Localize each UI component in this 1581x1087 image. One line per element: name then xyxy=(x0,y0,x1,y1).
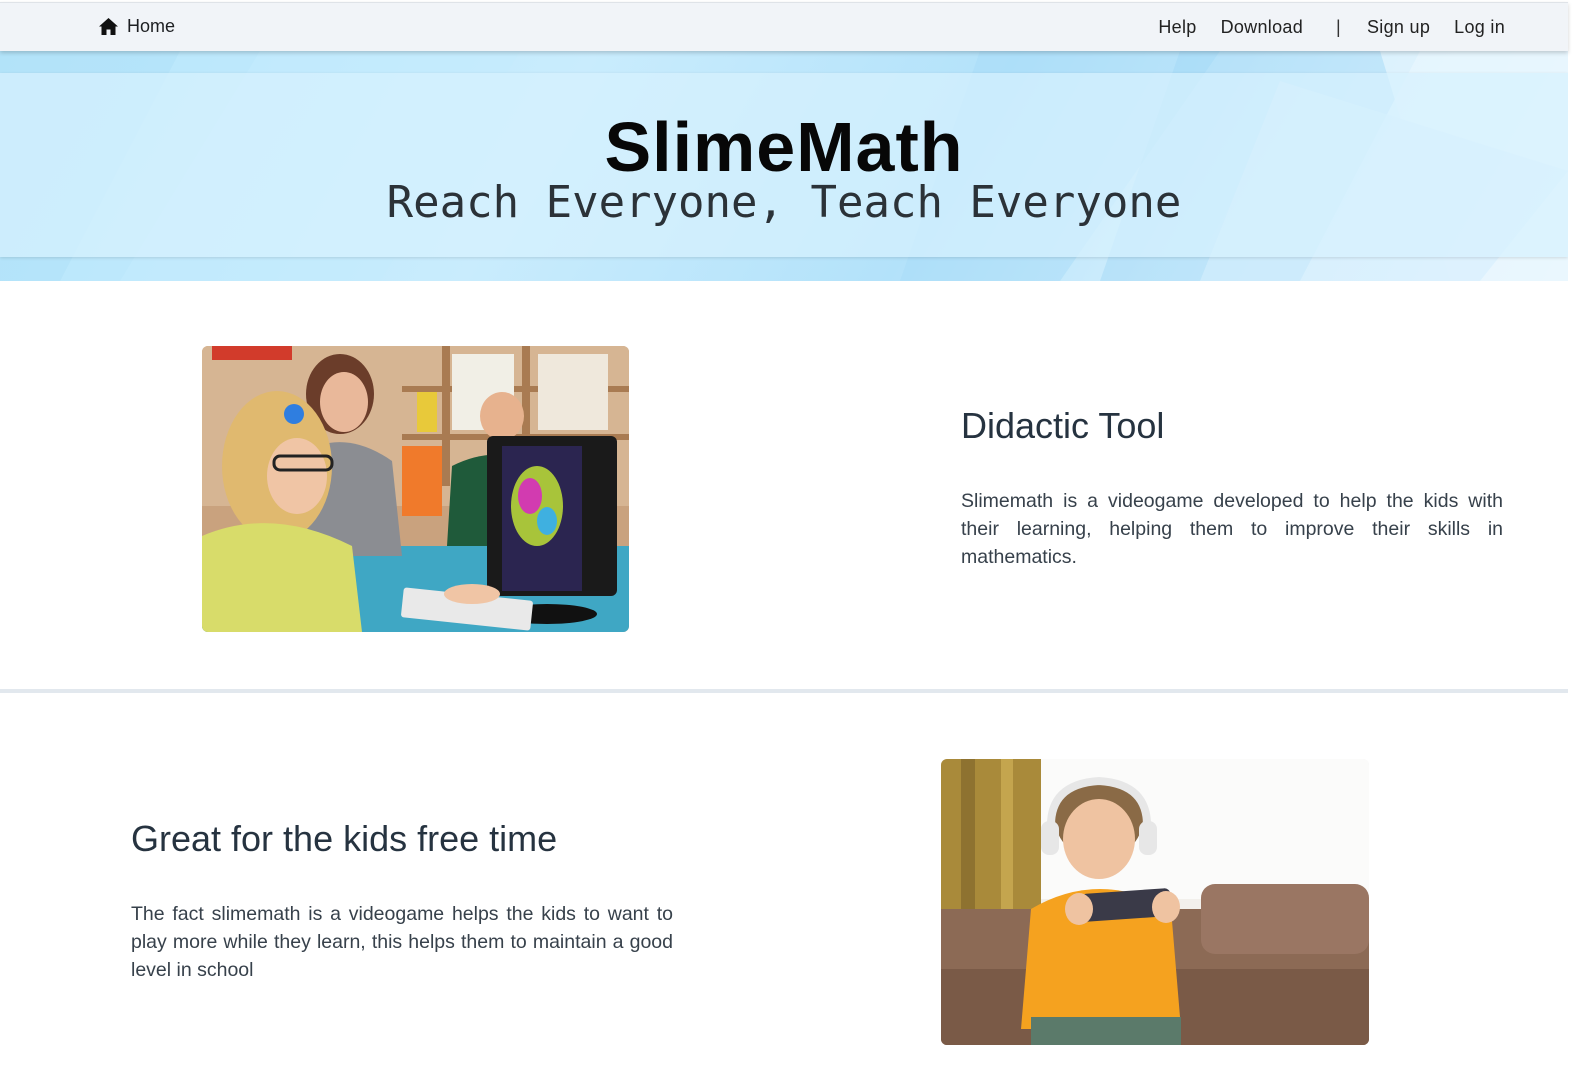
section-title-didactic: Didactic Tool xyxy=(961,405,1165,446)
nav-separator: | xyxy=(1336,17,1341,37)
section-title-free-time: Great for the kids free time xyxy=(131,818,558,859)
section-text-didactic: Slimemath is a videogame developed to he… xyxy=(961,490,1503,568)
download-link[interactable]: Download xyxy=(1221,17,1303,38)
section-divider xyxy=(0,689,1568,693)
site-tagline: Reach Everyone, Teach Everyone xyxy=(386,177,1182,228)
site-title: SlimeMath xyxy=(604,108,964,186)
help-link[interactable]: Help xyxy=(1158,17,1196,38)
navbar: Home Help Download | Sign up Log in xyxy=(0,2,1568,51)
hero-banner: SlimeMath Reach Everyone, Teach Everyone xyxy=(0,51,1568,281)
home-icon xyxy=(99,18,118,35)
section-text-free-time: The fact slimemath is a videogame helps … xyxy=(131,903,673,981)
signup-link[interactable]: Sign up xyxy=(1367,17,1430,38)
home-link[interactable]: Home xyxy=(98,16,175,37)
login-link[interactable]: Log in xyxy=(1454,17,1505,38)
kid-with-phone-photo xyxy=(941,759,1369,1045)
classroom-photo xyxy=(202,346,629,632)
home-label: Home xyxy=(127,16,176,36)
nav-links: Help Download | Sign up Log in xyxy=(1158,17,1505,38)
